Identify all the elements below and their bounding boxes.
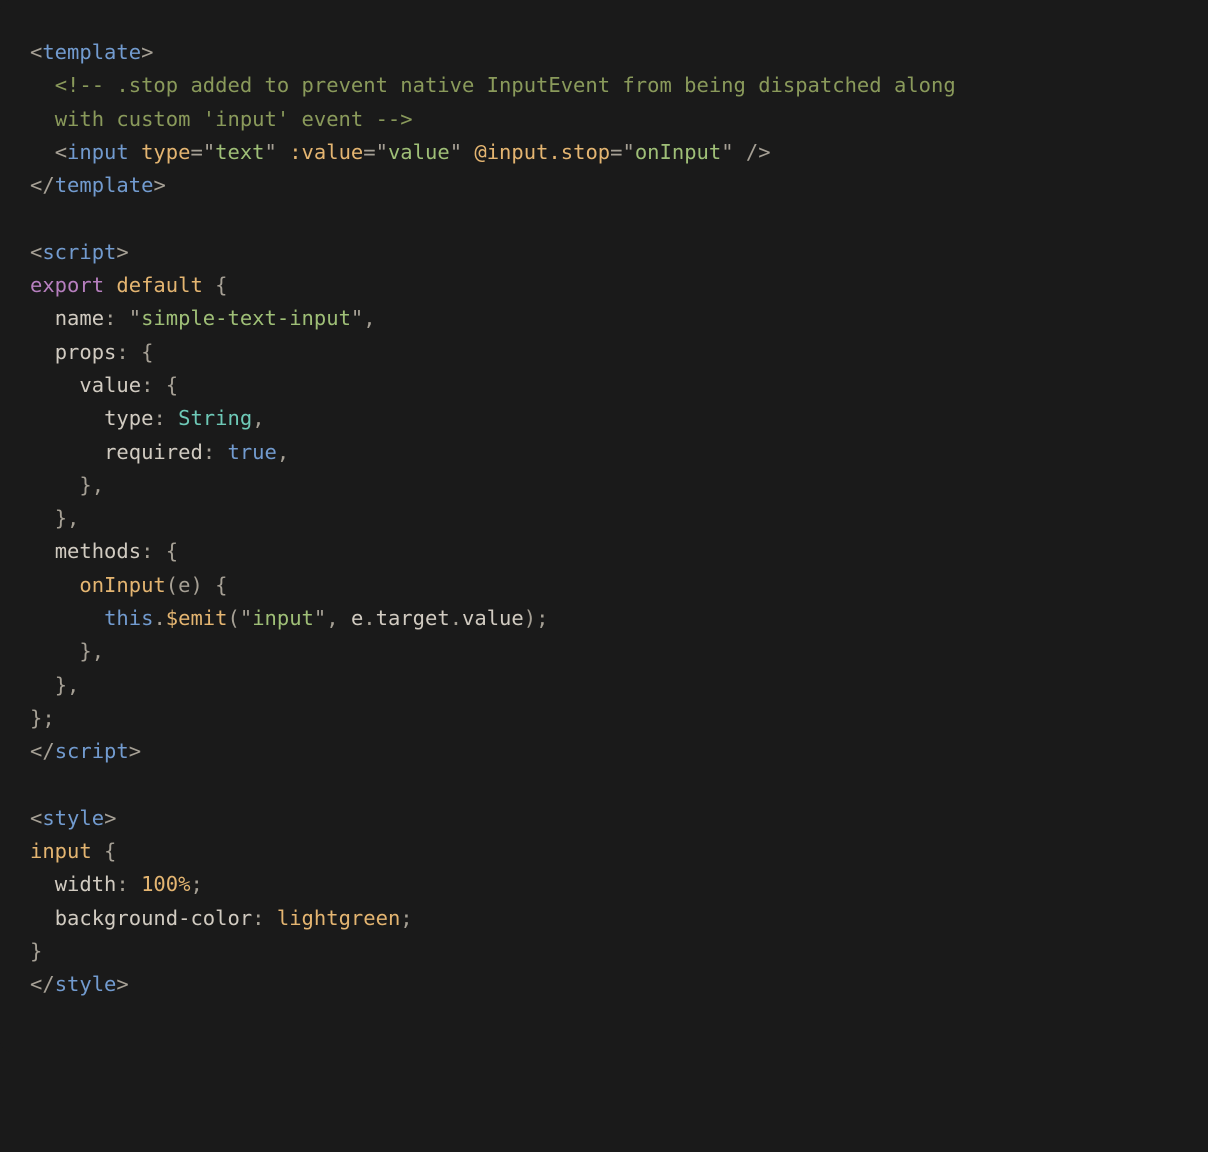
code-line: type: String,: [30, 406, 265, 430]
code-line: <template>: [30, 40, 153, 64]
code-line: </template>: [30, 173, 166, 197]
code-line: width: 100%;: [30, 872, 203, 896]
code-line: </script>: [30, 739, 141, 763]
code-block: <template> <!-- .stop added to prevent n…: [0, 0, 1208, 1052]
code-line: }: [30, 939, 42, 963]
code-line: props: {: [30, 340, 153, 364]
code-line: name: "simple-text-input",: [30, 306, 376, 330]
code-line: <style>: [30, 806, 116, 830]
code-line: },: [30, 673, 79, 697]
code-line: value: {: [30, 373, 178, 397]
code-line: onInput(e) {: [30, 573, 228, 597]
code-line: <input type="text" :value="value" @input…: [30, 140, 771, 164]
code-line: input {: [30, 839, 116, 863]
code-line: <!-- .stop added to prevent native Input…: [30, 73, 956, 97]
code-line: background-color: lightgreen;: [30, 906, 413, 930]
code-line: };: [30, 706, 55, 730]
code-line: required: true,: [30, 440, 289, 464]
code-line: },: [30, 506, 79, 530]
code-line: },: [30, 639, 104, 663]
code-line: </style>: [30, 972, 129, 996]
code-line: methods: {: [30, 539, 178, 563]
code-line: <script>: [30, 240, 129, 264]
code-line: with custom 'input' event -->: [30, 107, 413, 131]
code-line: this.$emit("input", e.target.value);: [30, 606, 548, 630]
code-line: },: [30, 473, 104, 497]
code-line: export default {: [30, 273, 228, 297]
